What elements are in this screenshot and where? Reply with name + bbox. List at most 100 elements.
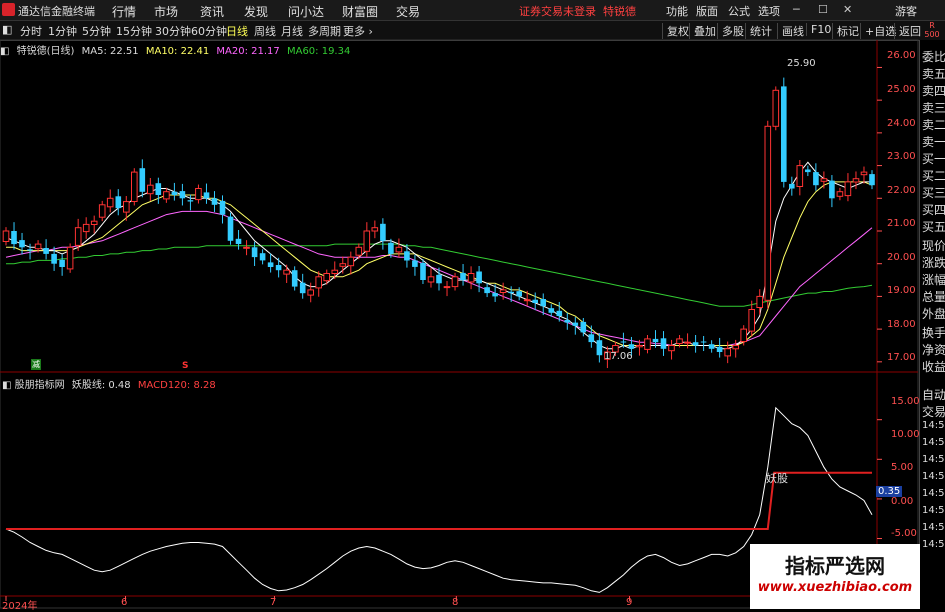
quote-weibi: 委比	[922, 50, 945, 64]
candle-body-down	[19, 240, 25, 248]
candle-body-down	[420, 263, 426, 280]
candle-body-down	[588, 334, 595, 343]
candle-body-up	[355, 246, 363, 256]
time-slot: 14:54	[922, 488, 945, 499]
time-auto[interactable]: 自动	[922, 386, 945, 403]
candle-body-up	[852, 178, 860, 183]
quote-huanshou: 换手	[922, 326, 945, 340]
quote-zhangdie: 涨跌	[922, 256, 945, 270]
indicator-name: 股朋指标网	[14, 380, 65, 391]
candle-body-down	[275, 265, 282, 271]
quote-waipan: 外盘	[922, 307, 945, 321]
candle-body-up	[724, 348, 732, 357]
x-axis-label: 7	[270, 597, 277, 608]
ma-legend: ◧ 特锐德(日线) MA5: 22.51 MA10: 22.41 MA20: 2…	[0, 42, 354, 57]
candle-body-down	[171, 191, 178, 195]
candle-body-up	[467, 273, 475, 283]
candle-body-up	[668, 345, 675, 352]
candle-body-down	[484, 287, 490, 294]
quote-sell2: 卖二	[922, 118, 945, 132]
candle-body-down	[628, 344, 635, 349]
candle-body-up	[323, 273, 330, 282]
kline-chart[interactable]	[0, 0, 945, 609]
candle-body-down	[211, 198, 218, 205]
candle-body-down	[789, 183, 795, 189]
candle-body-down	[235, 238, 242, 244]
legend-toggle-icon[interactable]: ◧	[0, 46, 9, 57]
price-tick: 24.00	[887, 118, 916, 129]
time-trade[interactable]: 交易	[922, 403, 945, 420]
quote-buy3: 买三	[922, 186, 945, 200]
candle-body-down	[219, 200, 226, 215]
indicator-tick: 0.00	[891, 496, 914, 507]
candle-body-down	[700, 341, 707, 343]
candle-body-down	[251, 247, 258, 258]
yaogu-annotation: 妖股	[766, 472, 788, 485]
candle-body-up	[427, 276, 435, 283]
candle-body-up	[147, 184, 154, 195]
x-axis-label: 9	[626, 597, 633, 608]
ma10-label: MA10: 22.41	[145, 46, 210, 57]
candle-body-up	[331, 269, 339, 275]
watermark-url: www.xuezhibiao.com	[757, 580, 913, 595]
ma10-line	[6, 181, 873, 346]
candle-body-up	[523, 299, 531, 302]
candle-body-up	[836, 191, 844, 197]
candle-body-down	[652, 338, 659, 343]
candle-body-down	[692, 342, 699, 346]
candle-body-up	[123, 201, 130, 213]
quote-panel: 委比 卖五 卖四 卖三 卖二 卖一 买一 买二 买三 买四 买五 现价 涨跌 涨…	[919, 40, 945, 609]
candle-body-down	[660, 338, 667, 349]
indicator-tick: 10.00	[891, 429, 920, 440]
candle-body-up	[243, 246, 250, 249]
candle-body-down	[380, 223, 386, 241]
minus-marker: 减	[31, 359, 41, 370]
indicator-tick: -5.00	[891, 528, 917, 539]
candle-body-down	[259, 253, 266, 261]
watermark-title: 指标严选网	[785, 554, 885, 578]
low-price-label: 17.06	[604, 351, 633, 362]
indicator-toggle-icon[interactable]: ◧	[2, 380, 11, 391]
macd120-step-line	[6, 471, 872, 531]
candle-body-down	[580, 321, 587, 333]
candle-body-up	[339, 263, 347, 267]
candle-body-up	[307, 289, 314, 296]
candle-body-up	[90, 220, 98, 225]
quote-sell1: 卖一	[922, 135, 945, 149]
candle-body-up	[844, 181, 852, 197]
candle-body-down	[460, 272, 466, 281]
ma5-label: MA5: 22.51	[81, 46, 139, 57]
candle-body-up	[34, 243, 42, 250]
quote-sell4: 卖四	[922, 84, 945, 98]
high-price-label: 25.90	[787, 58, 816, 69]
candle-body-down	[476, 271, 482, 284]
candle-body-down	[404, 251, 410, 261]
ma20-label: MA20: 21.17	[216, 46, 280, 57]
quote-buy2: 买二	[922, 169, 945, 183]
candle-body-down	[115, 196, 122, 209]
price-tick: 26.00	[887, 50, 916, 61]
candle-body-up	[363, 230, 371, 252]
candle-body-down	[388, 242, 394, 254]
candle-body-up	[2, 230, 10, 242]
candle-body-down	[179, 191, 186, 199]
time-slot: 14:55	[922, 522, 945, 533]
candle-body-down	[412, 260, 418, 267]
candle-body-down	[27, 249, 33, 251]
candle-body-down	[227, 216, 234, 241]
candle-body-up	[74, 227, 82, 246]
candle-body-down	[716, 346, 723, 352]
quote-sell3: 卖三	[922, 101, 945, 115]
quote-shouyi: 收益	[922, 360, 945, 374]
candle-body-down	[532, 299, 538, 303]
candle-body-down	[436, 274, 442, 284]
candle-body-up	[748, 309, 756, 332]
candle-body-down	[492, 293, 498, 297]
indicator-tick: 15.00	[891, 396, 920, 407]
candle-body-down	[299, 282, 306, 294]
price-tick: 22.00	[887, 185, 916, 196]
candle-body-up	[66, 246, 74, 270]
candle-body-down	[139, 168, 146, 192]
candle-body-down	[556, 310, 563, 316]
candle-body-up	[756, 295, 764, 308]
